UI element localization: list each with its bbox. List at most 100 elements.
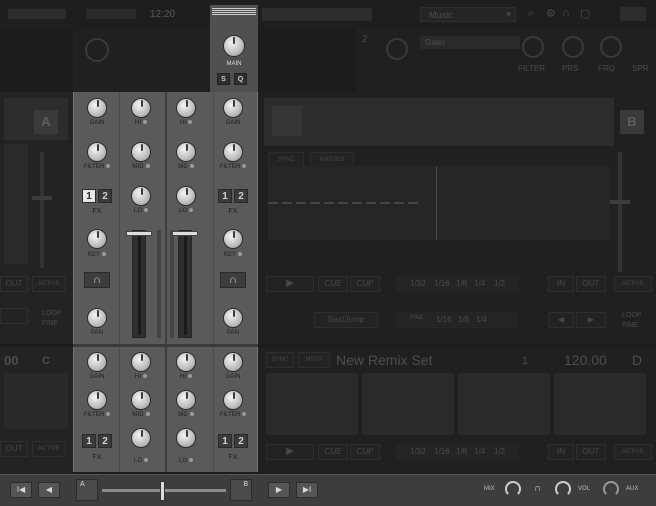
key-led-a[interactable] (102, 252, 107, 257)
deck-b-tempo-cap[interactable] (610, 200, 630, 204)
fx-preset-select[interactable]: Gater (420, 36, 520, 49)
deck-b-active-button[interactable]: ACTIVE (614, 276, 652, 292)
deck-d-sync-button[interactable]: SYNC (266, 352, 294, 368)
eq-lo-kill-b[interactable] (189, 208, 194, 213)
gain-knob-d[interactable] (223, 352, 243, 372)
filter-led-b[interactable] (242, 164, 247, 169)
crossfader-handle[interactable] (160, 481, 165, 501)
deck-c-active-button[interactable]: ACTIVE (32, 441, 66, 457)
gain-knob-b[interactable] (223, 98, 243, 118)
remix-slot-3[interactable] (458, 373, 550, 435)
eq-lo-knob-a[interactable] (131, 186, 151, 206)
deck-b-loop-1-2[interactable]: 1/2 (494, 279, 505, 288)
deck-b-out-button[interactable]: OUT (576, 276, 606, 292)
eq-lo-knob-d[interactable] (176, 428, 196, 448)
fullscreen-icon[interactable]: ▢ (580, 7, 590, 20)
eq-mid-knob-d[interactable] (176, 390, 196, 410)
deck-b-jump-1-16[interactable]: 1/16 (436, 315, 452, 324)
fx1-button-c[interactable]: 1 (82, 434, 96, 448)
eq-mid-kill-d[interactable] (189, 412, 194, 417)
fx2-button-c[interactable]: 2 (98, 434, 112, 448)
eq-hi-kill-a[interactable] (143, 120, 148, 125)
headphone-icon[interactable]: ∩ (562, 7, 570, 19)
deck-b-loop-1-32[interactable]: 1/32 (410, 279, 426, 288)
deck-b-tempo-fader[interactable] (618, 152, 622, 272)
eq-hi-knob-d[interactable] (176, 352, 196, 372)
pan-knob-a[interactable] (87, 308, 107, 328)
fx-param-knob-1[interactable] (522, 36, 544, 58)
eq-mid-kill-b[interactable] (189, 164, 194, 169)
eq-hi-kill-c[interactable] (143, 374, 148, 379)
deck-b-jump-1-4[interactable]: 1/4 (476, 315, 487, 324)
deck-d-play-button[interactable]: ▶ (266, 444, 314, 460)
deck-b-play-button[interactable]: ▶ (266, 276, 314, 292)
xfader-assign-b[interactable]: B (230, 479, 252, 501)
main-q-button[interactable]: Q (234, 73, 247, 85)
deck-b-loop-1-4[interactable]: 1/4 (474, 279, 485, 288)
eq-lo-kill-d[interactable] (189, 458, 194, 463)
deck-a-out-button[interactable]: OUT (0, 276, 28, 292)
deck-b-in-button[interactable]: IN (548, 276, 574, 292)
pan-knob-b[interactable] (223, 308, 243, 328)
deck-d-cup-button[interactable]: CUP (350, 444, 380, 460)
headphone-cue-button-b[interactable]: ∩ (220, 272, 246, 288)
filter-knob-d[interactable] (223, 390, 243, 410)
deck-b-jump-1-8[interactable]: 1/8 (458, 315, 469, 324)
headphone-cue-button-a[interactable]: ∩ (84, 272, 110, 288)
remix-slot-4[interactable] (554, 373, 646, 435)
filter-knob-a[interactable] (87, 142, 107, 162)
fx1-button-d[interactable]: 1 (218, 434, 232, 448)
deck-b-jump-back[interactable]: ◀ (548, 312, 574, 328)
play-button[interactable]: ▶ (268, 482, 290, 498)
xfader-assign-a[interactable]: A (76, 479, 98, 501)
deck-b-cup-button[interactable]: CUP (350, 276, 380, 292)
fx2-button-d[interactable]: 2 (234, 434, 248, 448)
deck-b-waveform[interactable] (268, 166, 610, 240)
next-track-button[interactable]: ▶I (296, 482, 318, 498)
deck-b-jump-forward[interactable]: ▶ (576, 312, 606, 328)
deck-d-loop-1-4[interactable]: 1/4 (474, 447, 485, 456)
mix-knob[interactable] (505, 481, 521, 497)
eq-hi-knob-c[interactable] (131, 352, 151, 372)
eq-hi-kill-d[interactable] (188, 374, 193, 379)
filter-led-d[interactable] (242, 412, 247, 417)
eq-lo-knob-b[interactable] (176, 186, 196, 206)
settings-icon[interactable]: ⚙ (546, 7, 556, 20)
deck-d-master-button[interactable]: MSTR (298, 352, 330, 368)
deck-b-loop-1-8[interactable]: 1/8 (456, 279, 467, 288)
fx-knob[interactable] (85, 38, 109, 62)
channel-fader-b[interactable] (178, 230, 192, 338)
eq-hi-kill-b[interactable] (188, 120, 193, 125)
remix-slot-2[interactable] (362, 373, 454, 435)
eq-lo-kill-c[interactable] (144, 458, 149, 463)
channel-fader-a[interactable] (132, 230, 146, 338)
deck-b-loop-1-16[interactable]: 1/16 (434, 279, 450, 288)
gain-knob-a[interactable] (87, 98, 107, 118)
filter-led-a[interactable] (106, 164, 111, 169)
eq-mid-kill-c[interactable] (145, 412, 150, 417)
search-icon[interactable]: ⌕ (528, 7, 534, 20)
deck-b-beatjump-select[interactable]: BeatJump (314, 312, 378, 328)
key-knob-b[interactable] (223, 229, 243, 249)
headphone-volume-knob[interactable] (555, 481, 571, 497)
gain-knob-c[interactable] (87, 352, 107, 372)
eq-mid-kill-a[interactable] (145, 164, 150, 169)
key-led-b[interactable] (238, 252, 243, 257)
deck-a-tempo-fader[interactable] (40, 152, 44, 268)
eq-lo-knob-c[interactable] (131, 428, 151, 448)
eq-mid-knob-c[interactable] (131, 390, 151, 410)
eq-mid-knob-a[interactable] (131, 142, 151, 162)
eq-mid-knob-b[interactable] (176, 142, 196, 162)
fx2-button-b[interactable]: 2 (234, 189, 248, 203)
main-s-button[interactable]: S (217, 73, 230, 85)
deck-a-tempo-cap[interactable] (32, 196, 52, 200)
key-knob-a[interactable] (87, 229, 107, 249)
filter-led-c[interactable] (106, 412, 111, 417)
main-volume-knob[interactable] (223, 35, 245, 57)
deck-d-cue-button[interactable]: CUE (318, 444, 348, 460)
back-button[interactable]: ◀ (38, 482, 60, 498)
deck-d-active-button[interactable]: ACTIVE (614, 444, 652, 460)
fx-dry-wet-knob[interactable] (386, 38, 408, 60)
deck-c-out-button[interactable]: OUT (0, 441, 28, 457)
filter-knob-c[interactable] (87, 390, 107, 410)
